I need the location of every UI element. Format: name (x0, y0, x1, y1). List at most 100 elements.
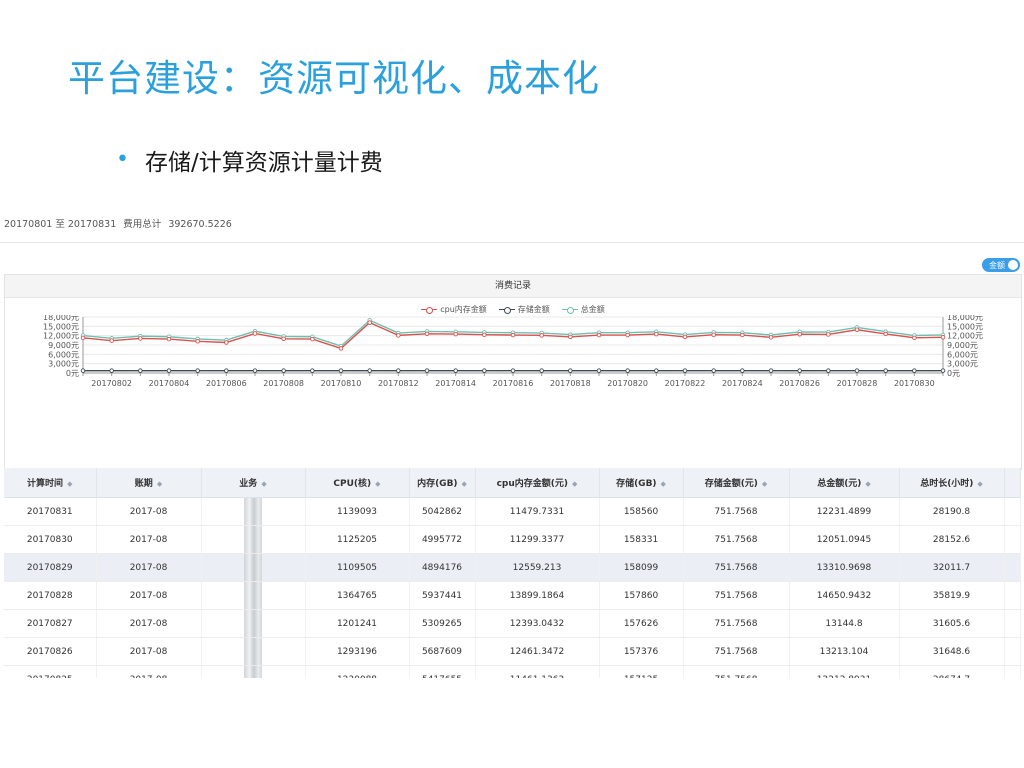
sort-icon[interactable]: ◆ (375, 480, 380, 488)
data-point (797, 331, 802, 337)
table-cell: 4995772 (409, 525, 476, 554)
data-point (80, 368, 86, 373)
data-point (625, 332, 630, 338)
table-row[interactable]: 201708252017-081230088541765511461.13631… (4, 665, 1021, 678)
sort-icon[interactable]: ◆ (157, 480, 162, 488)
sort-icon[interactable]: ◆ (462, 480, 467, 488)
table-cell-spacer (1004, 637, 1021, 666)
table-cell: 157376 (599, 637, 684, 666)
x-tick-label: 20170822 (665, 379, 706, 388)
y-tick-label-left: 18,000元 (43, 315, 79, 322)
y-tick-label-left: 12,000元 (43, 332, 79, 341)
table-cell: 12559.213 (475, 553, 600, 582)
table-cell-spacer (1004, 665, 1021, 678)
table-cell: 1125205 (305, 525, 410, 554)
col-header-cpu-memory-cost[interactable]: cpu内存金额(元) ◆ (475, 468, 600, 498)
data-point (195, 339, 200, 344)
table-cell: 158560 (599, 497, 684, 526)
table-cell: 1109505 (305, 553, 410, 582)
col-header-total-cost[interactable]: 总金额(元) ◆ (789, 468, 900, 498)
data-point (166, 368, 172, 373)
table-cell: 751.7568 (683, 525, 790, 554)
table-cell: 11479.7331 (475, 497, 600, 526)
data-point (424, 331, 430, 337)
table-row[interactable]: 20170826 2017-08 1293196 5687609 12461.3472 1… (4, 637, 1021, 666)
redacted-business-mark (243, 498, 262, 525)
data-point (80, 335, 86, 341)
x-tick-label: 20170824 (722, 379, 763, 388)
table-row[interactable]: 20170827 2017-08 1201241 5309265 12393.0432 1… (4, 609, 1021, 638)
data-point (912, 368, 917, 373)
amount-toggle[interactable]: 金额 (982, 258, 1020, 272)
sort-icon[interactable]: ◆ (661, 480, 666, 488)
table-header-row: 计算时间 ◆ 账期 ◆ 业务 ◆ CPU(核) ◆ 内存(GB) ◆ cpu内存金额(元)… (4, 468, 1021, 498)
table-cell: 2017-08 (96, 637, 202, 666)
table-row[interactable]: 20170829 2017-08 1109505 4894176 12559.213 15… (4, 553, 1021, 582)
legend-item-storage[interactable]: 存储金额 (498, 304, 550, 315)
legend-item-total[interactable]: 总金额 (561, 304, 605, 315)
data-point (539, 368, 544, 373)
table-cell (201, 609, 306, 638)
table-cell-spacer (1004, 525, 1021, 554)
col-header-period[interactable]: 账期 ◆ (96, 468, 202, 498)
data-point (424, 368, 430, 373)
data-point (883, 368, 888, 373)
table-cell: 1293196 (305, 637, 410, 666)
table-cell: 157860 (599, 581, 684, 610)
x-tick-label: 20170818 (550, 379, 591, 388)
y-tick-label-right: 18,000元 (947, 315, 983, 322)
toggle-knob (1008, 260, 1018, 270)
col-header-business[interactable]: 业务 ◆ (201, 468, 306, 498)
table-cell: 1201241 (305, 609, 410, 638)
table-cell: 5937441 (409, 581, 476, 610)
x-tick-label: 20170804 (149, 379, 190, 388)
table-cell: 2017-08 (96, 553, 202, 582)
table-cell: 157125 (599, 665, 684, 678)
table-cell: 2017-08 (96, 581, 202, 610)
table-cell: 20170828 (4, 581, 97, 610)
table-row[interactable]: 20170828 2017-08 1364765 5937441 13899.1864 1… (4, 581, 1021, 610)
data-point (453, 368, 458, 373)
sort-icon[interactable]: ◆ (977, 480, 982, 488)
sort-icon[interactable]: ◆ (762, 480, 767, 488)
legend-item-cpu-memory[interactable]: cpu内存金额 (421, 304, 487, 315)
table-cell: 2017-08 (96, 665, 202, 678)
data-point (138, 368, 143, 373)
toggle-label: 金额 (989, 260, 1005, 270)
data-point (768, 368, 774, 373)
table-cell: 158099 (599, 553, 684, 582)
x-tick-label: 20170826 (779, 379, 820, 388)
col-header-storage-cost[interactable]: 存储金额(元) ◆ (683, 468, 790, 498)
col-header-cpu[interactable]: CPU(核) ◆ (305, 468, 410, 498)
col-header-memory[interactable]: 内存(GB) ◆ (409, 468, 476, 498)
data-point (310, 368, 315, 373)
table-cell: 13213.104 (789, 637, 900, 666)
table-cell: 12212.8931 (789, 665, 900, 678)
sort-icon[interactable]: ◆ (261, 480, 266, 488)
col-header-total-hours[interactable]: 总时长(小时) ◆ (899, 468, 1005, 498)
table-cell-spacer (1004, 497, 1021, 526)
sort-icon[interactable]: ◆ (67, 480, 72, 488)
data-point (654, 331, 659, 337)
data-point (682, 334, 688, 340)
data-point (396, 333, 401, 338)
legend-swatch-icon (561, 306, 578, 314)
table-cell: 2017-08 (96, 525, 202, 554)
data-point (510, 332, 516, 338)
data-point (482, 332, 487, 337)
table-row[interactable]: 20170831 2017-08 1139093 5042862 11479.7331 1… (4, 497, 1021, 526)
col-header-storage[interactable]: 存储(GB) ◆ (599, 468, 684, 498)
sort-icon[interactable]: ◆ (865, 480, 870, 488)
sort-icon[interactable]: ◆ (572, 480, 577, 488)
table-cell: 2017-08 (96, 497, 202, 526)
table-cell: 1139093 (305, 497, 410, 526)
table-cell (201, 497, 306, 526)
y-tick-label-left: 6,000元 (48, 350, 79, 359)
table-row[interactable]: 20170830 2017-08 1125205 4995772 11299.3377 1… (4, 525, 1021, 554)
table-cell: 31648.6 (899, 637, 1005, 666)
x-tick-label: 20170816 (493, 379, 534, 388)
data-point (654, 368, 659, 373)
data-point (768, 335, 774, 340)
col-header-calc-time[interactable]: 计算时间 ◆ (4, 468, 97, 498)
table-cell: 20170825 (4, 665, 97, 678)
